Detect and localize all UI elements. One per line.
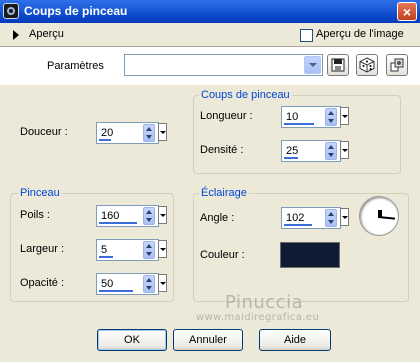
presets-label: Paramètres bbox=[47, 60, 104, 72]
app-icon[interactable] bbox=[3, 3, 19, 19]
bristles-level-bar bbox=[99, 222, 137, 224]
bristles-updown[interactable] bbox=[143, 207, 155, 225]
bristles-value: 160 bbox=[101, 210, 120, 222]
cancel-button[interactable]: Annuler bbox=[173, 329, 243, 351]
chevron-down-icon bbox=[308, 63, 317, 67]
angle-label: Angle : bbox=[200, 212, 235, 224]
softness-arrow-wrap bbox=[158, 122, 169, 144]
image-preview-label[interactable]: Aperçu de l'image bbox=[316, 28, 404, 40]
dice-icon bbox=[359, 57, 375, 73]
opacity-value: 50 bbox=[101, 278, 114, 290]
save-preset-button[interactable] bbox=[327, 54, 349, 76]
preset-dropdown-button[interactable] bbox=[304, 56, 321, 74]
softness-updown[interactable] bbox=[143, 124, 155, 142]
density-label: Densité : bbox=[200, 144, 244, 156]
help-button[interactable]: Aide bbox=[259, 329, 331, 351]
watermark-name: Pinuccia bbox=[225, 292, 304, 313]
length-updown[interactable] bbox=[325, 108, 337, 126]
bristles-label: Poils : bbox=[20, 209, 50, 221]
help-button-label: Aide bbox=[283, 334, 307, 346]
brush-strokes-title: Coups de pinceau bbox=[199, 89, 292, 101]
density-spinner[interactable]: 25 bbox=[281, 140, 341, 162]
ok-button[interactable]: OK bbox=[97, 329, 167, 351]
softness-slider-arrow[interactable] bbox=[158, 123, 167, 141]
light-color-swatch[interactable] bbox=[280, 242, 340, 268]
opacity-arrow-wrap bbox=[158, 273, 169, 295]
close-icon: × bbox=[402, 3, 412, 20]
angle-slider-arrow[interactable] bbox=[340, 208, 349, 226]
width-level-bar bbox=[99, 256, 113, 258]
angle-arrow-wrap bbox=[340, 207, 350, 229]
preset-combobox[interactable] bbox=[124, 54, 323, 76]
title-bar: Coups de pinceau × bbox=[0, 0, 420, 23]
width-slider-arrow[interactable] bbox=[158, 240, 167, 258]
opacity-label: Opacité : bbox=[20, 277, 65, 289]
length-arrow-wrap bbox=[340, 106, 350, 128]
width-updown[interactable] bbox=[143, 241, 155, 259]
image-preview-checkbox[interactable] bbox=[300, 29, 313, 42]
softness-level-bar bbox=[99, 139, 111, 141]
lighting-title: Éclairage bbox=[199, 187, 249, 199]
ok-button-label: OK bbox=[124, 334, 140, 346]
window-title: Coups de pinceau bbox=[24, 4, 128, 18]
bristles-slider-arrow[interactable] bbox=[158, 206, 167, 224]
softness-spinner[interactable]: 20 bbox=[96, 122, 159, 144]
opacity-updown[interactable] bbox=[143, 275, 155, 293]
random-preset-button[interactable] bbox=[356, 54, 378, 76]
watermark-url: www.maidiregrafica.eu bbox=[196, 312, 320, 323]
reset-preset-button[interactable] bbox=[386, 54, 408, 76]
length-spinner[interactable]: 10 bbox=[281, 106, 341, 128]
width-value: 5 bbox=[101, 244, 108, 256]
density-updown[interactable] bbox=[325, 142, 337, 160]
length-level-bar bbox=[284, 123, 314, 125]
dial-knob bbox=[378, 210, 382, 218]
reset-icon bbox=[390, 58, 404, 72]
preview-toggle-label[interactable]: Aperçu bbox=[29, 28, 64, 40]
length-value: 10 bbox=[286, 111, 299, 123]
opacity-slider-arrow[interactable] bbox=[158, 274, 167, 292]
angle-updown[interactable] bbox=[325, 209, 337, 227]
bristles-spinner[interactable]: 160 bbox=[96, 205, 159, 227]
length-label: Longueur : bbox=[200, 110, 253, 122]
width-arrow-wrap bbox=[158, 239, 169, 261]
brush-title: Pinceau bbox=[18, 187, 62, 199]
width-spinner[interactable]: 5 bbox=[96, 239, 159, 261]
density-arrow-wrap bbox=[340, 140, 350, 162]
close-button[interactable]: × bbox=[397, 2, 417, 21]
density-value: 25 bbox=[286, 145, 299, 157]
expand-triangle-icon[interactable] bbox=[13, 30, 19, 40]
angle-value: 102 bbox=[286, 212, 305, 224]
cancel-button-label: Annuler bbox=[189, 334, 227, 346]
angle-dial[interactable] bbox=[359, 196, 399, 236]
length-slider-arrow[interactable] bbox=[340, 107, 349, 125]
color-label: Couleur : bbox=[200, 249, 245, 261]
opacity-spinner[interactable]: 50 bbox=[96, 273, 159, 295]
softness-value: 20 bbox=[101, 127, 114, 139]
softness-label: Douceur : bbox=[20, 126, 68, 138]
density-slider-arrow[interactable] bbox=[340, 141, 349, 159]
angle-level-bar bbox=[284, 224, 312, 226]
bristles-arrow-wrap bbox=[158, 205, 169, 227]
width-label: Largeur : bbox=[20, 243, 65, 255]
opacity-level-bar bbox=[99, 290, 133, 292]
density-level-bar bbox=[284, 157, 298, 159]
save-icon bbox=[331, 58, 345, 72]
angle-spinner[interactable]: 102 bbox=[281, 207, 341, 229]
